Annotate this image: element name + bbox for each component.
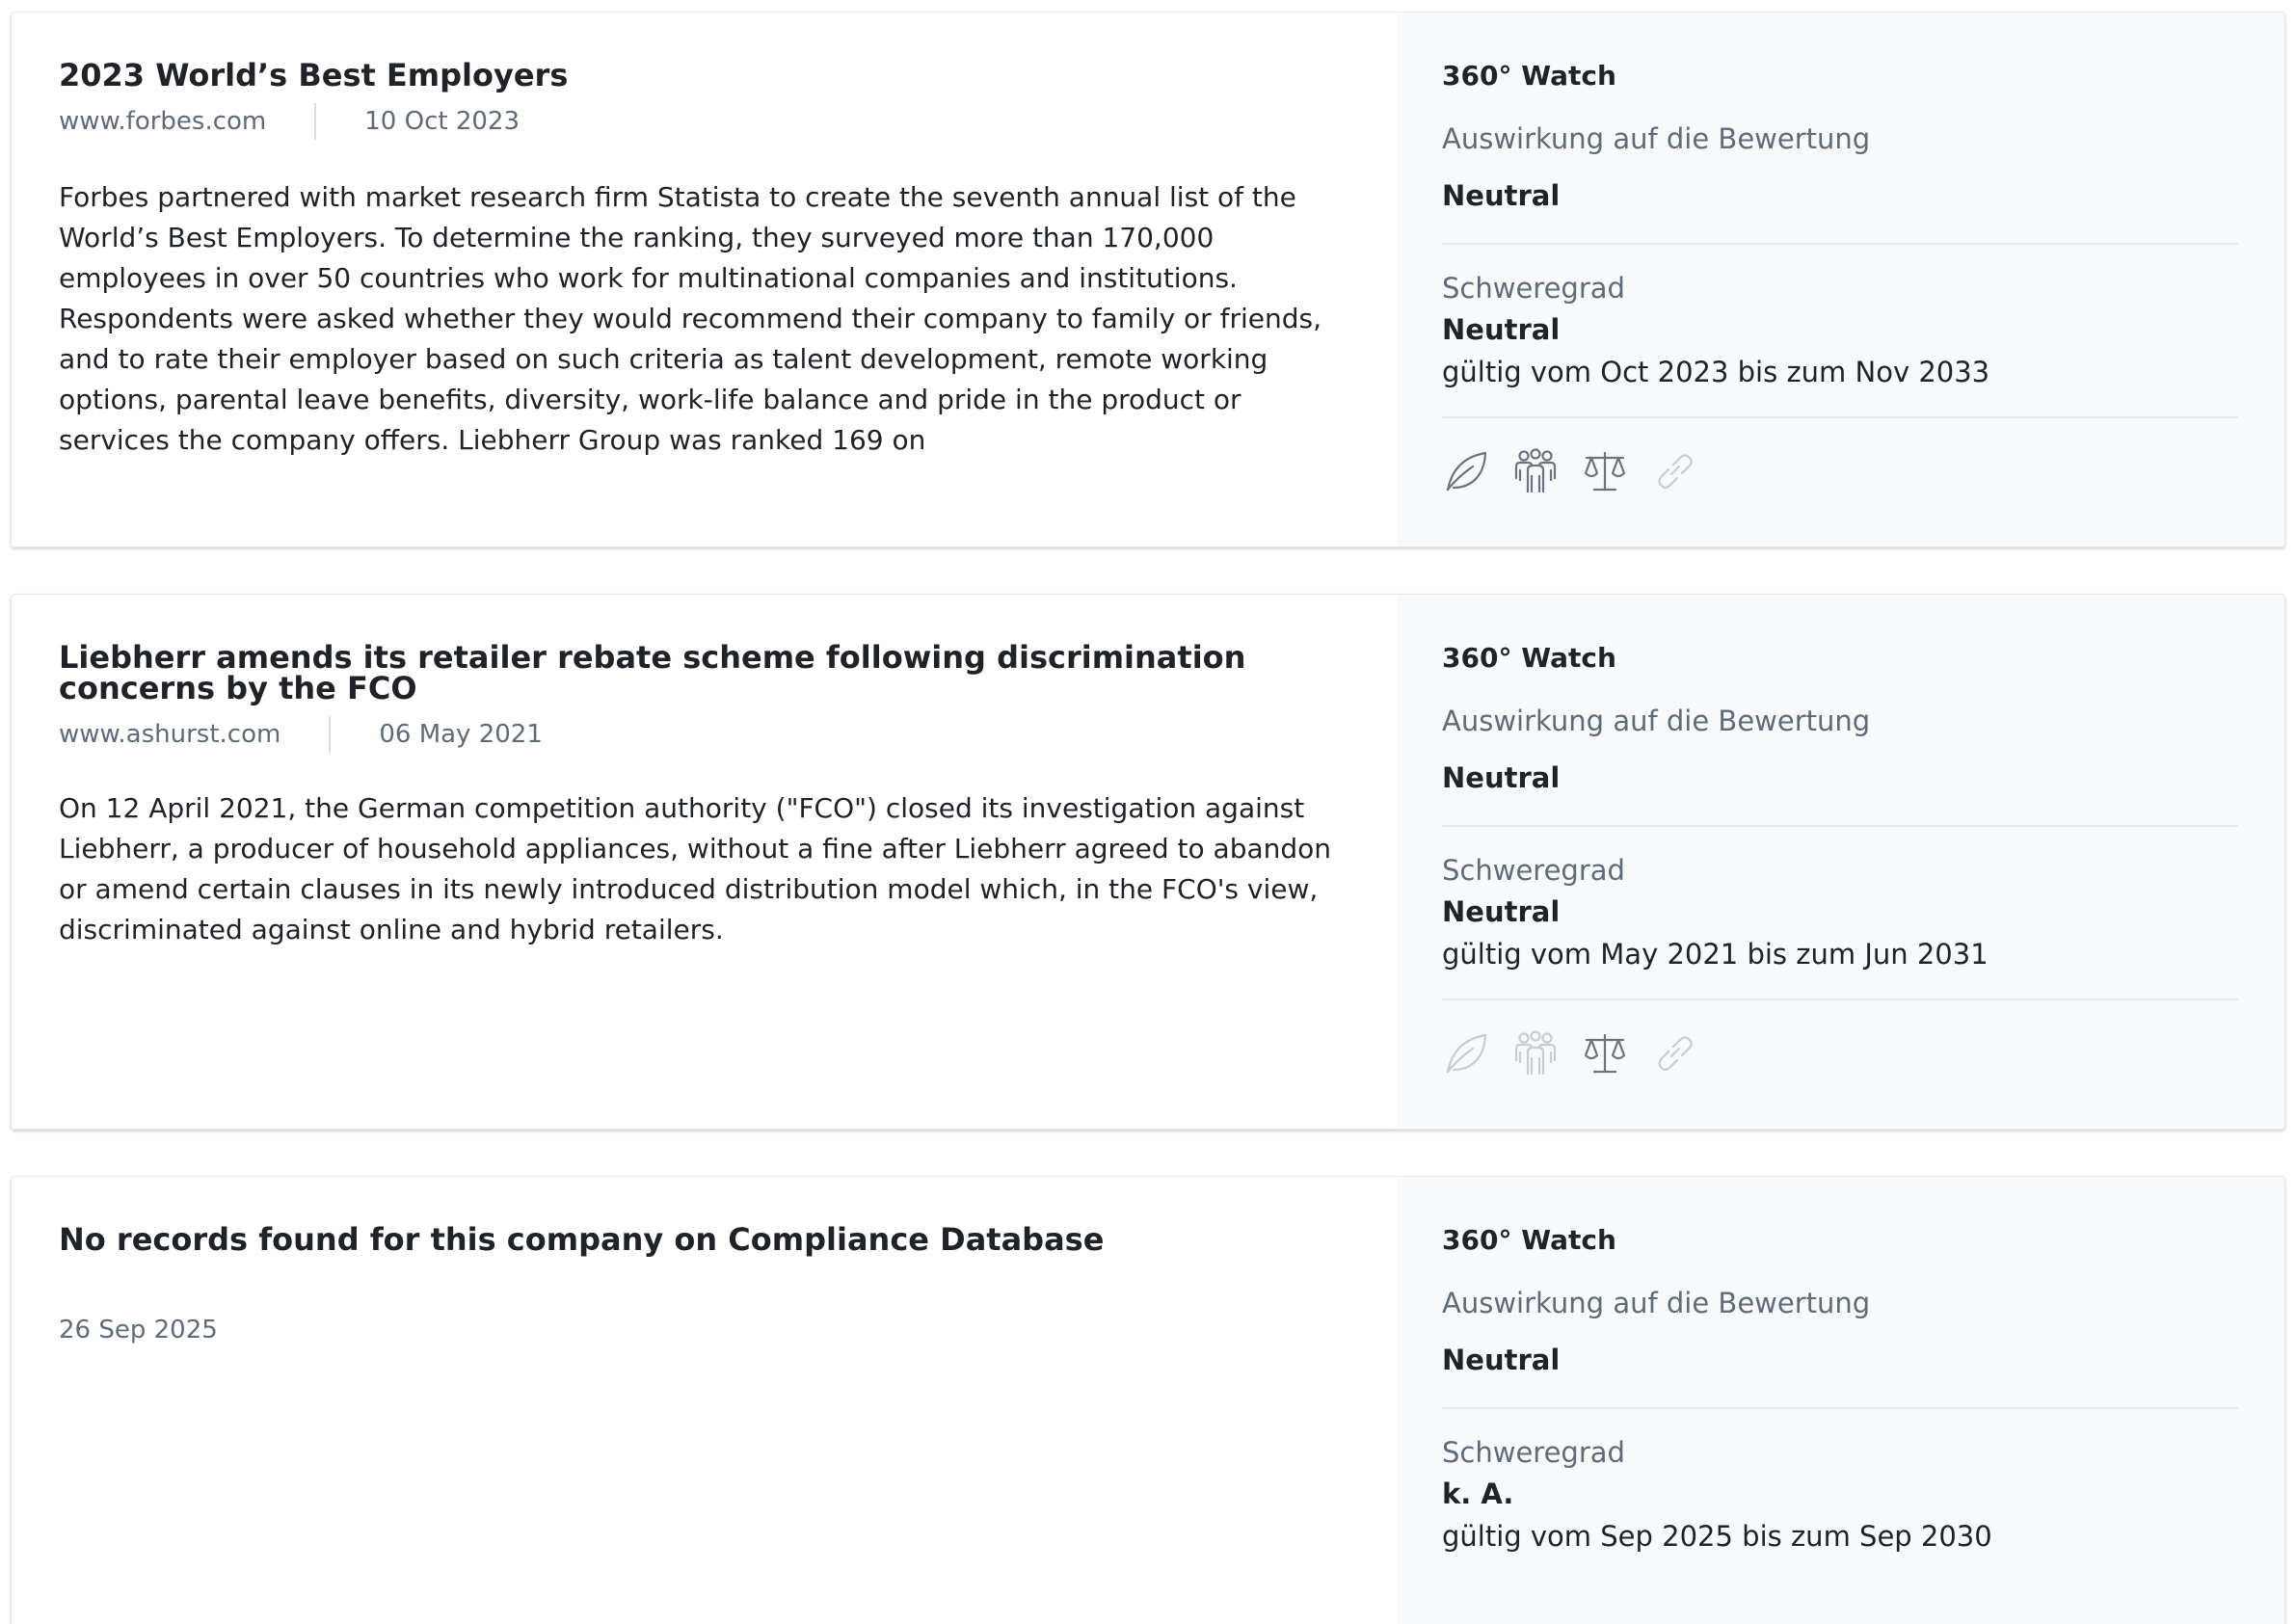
scales-icon — [1581, 1029, 1629, 1078]
category-icons — [1442, 1029, 2238, 1078]
panel-divider — [1442, 998, 2238, 1000]
panel-divider — [1442, 243, 2238, 245]
rating-panel: 360° Watch Auswirkung auf die Bewertung … — [1397, 595, 2284, 1129]
severity-label: Schweregrad — [1442, 1436, 1625, 1469]
rating-panel: 360° Watch Auswirkung auf die Bewertung … — [1397, 13, 2284, 546]
news-title[interactable]: No records found for this company on Com… — [59, 1224, 1350, 1255]
meta-divider — [314, 103, 317, 140]
rating-panel: 360° Watch Auswirkung auf die Bewertung … — [1397, 1177, 2284, 1624]
news-meta: www.forbes.com 10 Oct 2023 — [59, 102, 1350, 141]
impact-value: Neutral — [1442, 179, 1561, 212]
news-meta: 26 Sep 2025 — [59, 1311, 1350, 1349]
severity-label: Schweregrad — [1442, 854, 1625, 887]
leaf-icon — [1442, 1029, 1490, 1078]
meta-divider — [329, 716, 332, 753]
category-icons — [1442, 447, 2238, 495]
news-card: 2023 World’s Best Employers www.forbes.c… — [11, 12, 2285, 547]
news-date: 10 Oct 2023 — [364, 107, 521, 136]
news-source-link[interactable]: www.forbes.com — [59, 107, 266, 136]
news-source-link[interactable]: www.ashurst.com — [59, 720, 280, 749]
news-card-content: No records found for this company on Com… — [12, 1177, 1397, 1624]
people-icon — [1511, 1029, 1560, 1078]
validity-period: gültig vom May 2021 bis zum Jun 2031 — [1442, 938, 1989, 971]
news-card: Liebherr amends its retailer rebate sche… — [11, 594, 2285, 1130]
news-date: 06 May 2021 — [379, 720, 543, 749]
leaf-icon — [1442, 447, 1490, 495]
news-body: On 12 April 2021, the German competition… — [59, 792, 1332, 945]
link-icon — [1650, 447, 1698, 495]
news-title[interactable]: 2023 World’s Best Employers — [59, 60, 1350, 91]
news-date: 26 Sep 2025 — [59, 1316, 218, 1344]
panel-divider — [1442, 825, 2238, 827]
impact-label: Auswirkung auf die Bewertung — [1442, 1287, 1871, 1319]
severity-value: Neutral — [1442, 313, 1561, 346]
impact-value: Neutral — [1442, 761, 1561, 794]
link-icon — [1650, 1029, 1698, 1078]
validity-period: gültig vom Oct 2023 bis zum Nov 2033 — [1442, 356, 1990, 388]
validity-period: gültig vom Sep 2025 bis zum Sep 2030 — [1442, 1520, 1992, 1553]
scales-icon — [1581, 447, 1629, 495]
impact-label: Auswirkung auf die Bewertung — [1442, 122, 1871, 155]
news-meta: www.ashurst.com 06 May 2021 — [59, 715, 1350, 754]
severity-label: Schweregrad — [1442, 272, 1625, 305]
news-card-content: 2023 World’s Best Employers www.forbes.c… — [12, 13, 1397, 546]
impact-label: Auswirkung auf die Bewertung — [1442, 705, 1871, 737]
severity-value: k. A. — [1442, 1478, 1514, 1510]
panel-heading: 360° Watch — [1442, 642, 1616, 674]
news-card-content: Liebherr amends its retailer rebate sche… — [12, 595, 1397, 1129]
severity-value: Neutral — [1442, 895, 1561, 928]
panel-divider — [1442, 1407, 2238, 1409]
impact-value: Neutral — [1442, 1344, 1561, 1376]
people-icon — [1511, 447, 1560, 495]
news-body: Forbes partnered with market research fi… — [59, 181, 1322, 456]
news-card: No records found for this company on Com… — [11, 1176, 2285, 1624]
panel-heading: 360° Watch — [1442, 60, 1616, 92]
news-title[interactable]: Liebherr amends its retailer rebate sche… — [59, 642, 1350, 704]
panel-divider — [1442, 416, 2238, 418]
news-feed: 2023 World’s Best Employers www.forbes.c… — [0, 0, 2296, 1624]
panel-heading: 360° Watch — [1442, 1224, 1616, 1256]
